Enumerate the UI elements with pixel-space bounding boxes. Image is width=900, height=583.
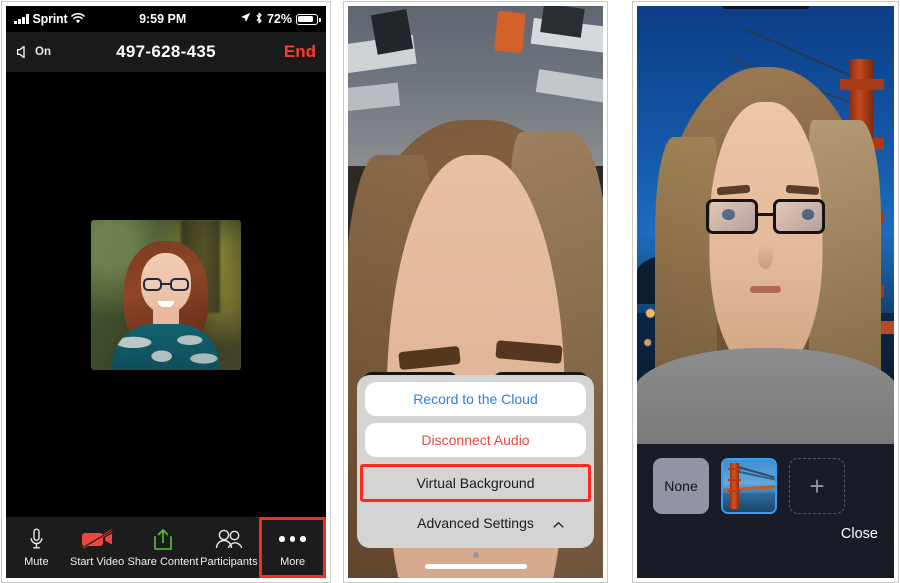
toolbar-item-more[interactable]: More xyxy=(259,517,326,578)
video-off-icon xyxy=(80,527,114,551)
toolbar-label-participants: Participants xyxy=(200,556,258,568)
toolbar-item-share-content[interactable]: Share Content xyxy=(127,517,199,578)
notch xyxy=(721,6,810,9)
status-bar-right: 72% xyxy=(240,12,321,27)
self-nose xyxy=(757,242,774,269)
toolbar-label-start-video: Start Video xyxy=(70,556,125,568)
carrier-label: Sprint xyxy=(32,12,68,26)
battery-percent-label: 72% xyxy=(266,12,292,26)
status-bar-left: Sprint xyxy=(14,12,86,26)
ellipsis-icon xyxy=(279,527,306,551)
vb-thumb-none[interactable]: None xyxy=(653,458,709,514)
self-mouth xyxy=(750,286,781,293)
orange-object xyxy=(493,10,526,54)
speaker-icon xyxy=(16,45,31,59)
phone-1-screen: Sprint 9:59 PM 72% On 497-628-435 End Mu… xyxy=(6,6,326,578)
meeting-header-bar: On 497-628-435 End xyxy=(6,32,326,72)
speaker-toggle[interactable]: On xyxy=(16,45,88,59)
virtual-background-panel: None + Close xyxy=(637,444,894,578)
ceiling-fixture-left xyxy=(370,8,413,55)
location-arrow-icon xyxy=(240,12,251,26)
vb-thumb-add-button[interactable]: + xyxy=(789,458,845,514)
toolbar-item-participants[interactable]: Participants xyxy=(198,517,259,578)
avatar-neck xyxy=(153,306,179,325)
plus-icon: + xyxy=(809,471,825,501)
self-face xyxy=(708,102,823,374)
participant-avatar xyxy=(91,219,241,370)
phone-3-virtual-background-picker: None + Close xyxy=(632,1,899,583)
home-indicator[interactable] xyxy=(348,552,603,574)
ceiling-fixture-right xyxy=(540,6,585,38)
advanced-settings-label: Advanced Settings xyxy=(417,515,534,531)
wifi-icon xyxy=(71,12,86,26)
battery-icon xyxy=(296,13,321,25)
page-dot-icon xyxy=(472,552,479,558)
action-record-to-the-cloud[interactable]: Record to the Cloud xyxy=(365,382,586,416)
participants-icon xyxy=(214,527,244,551)
phone-3-screen: None + Close xyxy=(637,6,894,578)
virtual-background-highlight: Virtual Background xyxy=(360,464,591,502)
phone-2-more-menu: Record to the Cloud Disconnect Audio Vir… xyxy=(343,1,608,583)
status-bar: Sprint 9:59 PM 72% xyxy=(6,6,326,32)
share-up-icon xyxy=(153,527,173,551)
chevron-up-icon xyxy=(553,518,564,529)
toolbar-label-share-content: Share Content xyxy=(127,556,199,568)
home-bar xyxy=(424,564,527,569)
phone-1-meeting-view: Sprint 9:59 PM 72% On 497-628-435 End Mu… xyxy=(1,1,331,583)
signal-bars-icon xyxy=(14,14,29,24)
meeting-toolbar: Mute Start Video Share Content Participa… xyxy=(6,517,326,578)
action-virtual-background[interactable]: Virtual Background xyxy=(368,467,583,499)
self-eyebrow-right xyxy=(785,184,820,195)
self-glasses xyxy=(706,198,825,234)
virtual-background-thumbnails: None + xyxy=(653,458,878,514)
vb-thumb-golden-gate-bridge[interactable] xyxy=(721,458,777,514)
meeting-id-label: 497-628-435 xyxy=(116,42,216,61)
bluetooth-icon xyxy=(255,12,263,27)
toolbar-item-start-video[interactable]: Start Video xyxy=(67,517,128,578)
toolbar-item-mute[interactable]: Mute xyxy=(6,517,67,578)
toolbar-label-more: More xyxy=(280,556,306,568)
action-advanced-settings[interactable]: Advanced Settings xyxy=(365,506,586,540)
microphone-icon xyxy=(29,527,44,551)
status-bar-time: 9:59 PM xyxy=(139,12,187,26)
more-action-sheet: Record to the Cloud Disconnect Audio Vir… xyxy=(357,375,594,548)
toolbar-label-mute: Mute xyxy=(24,556,49,568)
end-meeting-button[interactable]: End xyxy=(244,42,316,62)
action-disconnect-audio[interactable]: Disconnect Audio xyxy=(365,423,586,457)
speaker-state-label: On xyxy=(35,46,51,58)
close-button[interactable]: Close xyxy=(841,526,878,542)
vb-thumb-none-label: None xyxy=(664,478,698,494)
self-view-virtual-background xyxy=(637,6,894,444)
screenshot-stage: Sprint 9:59 PM 72% On 497-628-435 End Mu… xyxy=(0,0,900,583)
phone-2-screen: Record to the Cloud Disconnect Audio Vir… xyxy=(348,6,603,578)
self-shirt xyxy=(637,347,894,444)
avatar-glasses xyxy=(143,278,189,291)
thumb-tower xyxy=(727,463,742,509)
video-stage xyxy=(6,72,326,517)
